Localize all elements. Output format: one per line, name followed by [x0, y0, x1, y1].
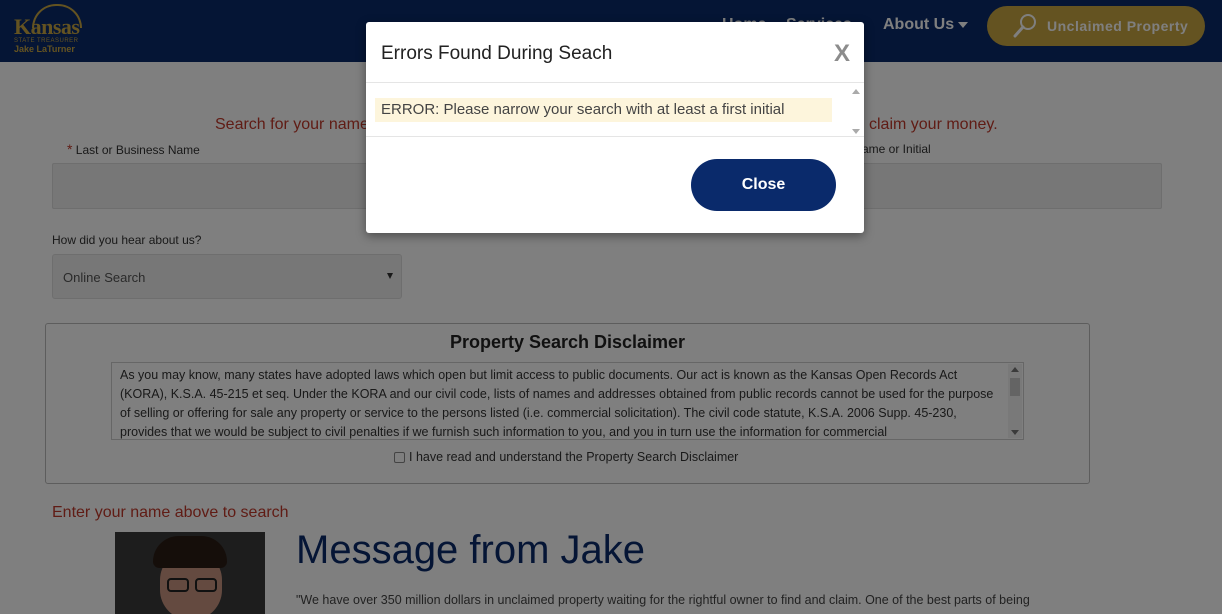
error-message: ERROR: Please narrow your search with at…: [375, 98, 832, 122]
modal-title: Errors Found During Seach: [381, 43, 613, 64]
modal-header: Errors Found During Seach X: [366, 22, 864, 83]
scroll-down-icon[interactable]: [852, 129, 860, 134]
close-icon[interactable]: X: [834, 40, 850, 68]
modal-scrollbar[interactable]: [850, 86, 862, 136]
modal-body: ERROR: Please narrow your search with at…: [366, 84, 864, 137]
close-button[interactable]: Close: [691, 159, 836, 211]
error-modal: Errors Found During Seach X ERROR: Pleas…: [366, 22, 864, 233]
scroll-up-icon[interactable]: [852, 89, 860, 94]
